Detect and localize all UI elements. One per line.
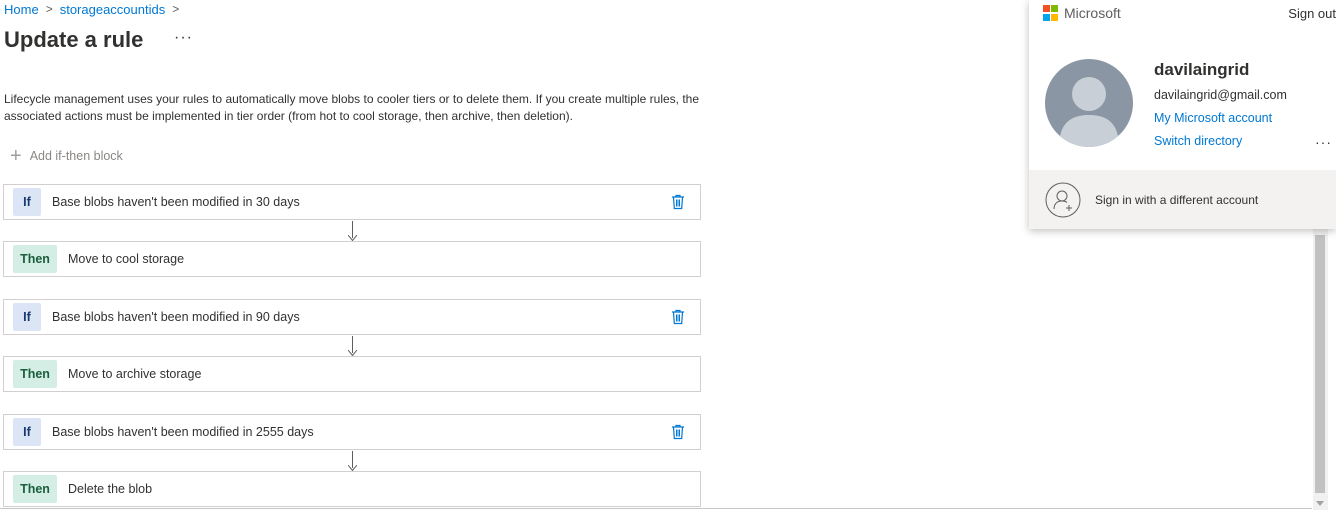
user-email: davilaingrid@gmail.com — [1154, 88, 1287, 102]
microsoft-brand-text: Microsoft — [1064, 5, 1121, 21]
trash-icon[interactable] — [671, 194, 685, 210]
if-condition-text: Base blobs haven't been modified in 90 d… — [52, 310, 300, 324]
then-tag: Then — [13, 360, 57, 388]
if-tag: If — [13, 418, 41, 446]
chevron-right-icon: > — [45, 2, 53, 16]
sign-out-link[interactable]: Sign out — [1288, 6, 1336, 21]
sign-in-different-account-label: Sign in with a different account — [1095, 192, 1259, 207]
divider — [0, 508, 1312, 509]
then-action-text: Move to cool storage — [68, 252, 185, 266]
chevron-right-icon: > — [172, 2, 180, 16]
if-condition-row[interactable]: If Base blobs haven't been modified in 2… — [3, 414, 701, 450]
then-action-row[interactable]: Then Move to archive storage — [3, 356, 701, 392]
add-if-then-block-button[interactable]: + Add if-then block — [10, 145, 123, 167]
sign-in-different-account-button[interactable]: Sign in with a different account — [1029, 170, 1336, 229]
scrollbar-thumb[interactable] — [1315, 235, 1325, 493]
then-action-text: Delete the blob — [68, 482, 153, 496]
then-tag: Then — [13, 475, 57, 503]
description-text: Lifecycle management uses your rules to … — [4, 92, 700, 123]
if-condition-text: Base blobs haven't been modified in 30 d… — [52, 195, 300, 209]
scroll-down-arrow-icon[interactable] — [1316, 501, 1324, 506]
plus-icon: + — [10, 145, 22, 167]
breadcrumb-home[interactable]: Home — [4, 2, 39, 17]
then-action-row[interactable]: Then Move to cool storage — [3, 241, 701, 277]
if-tag: If — [13, 188, 41, 216]
page-title: Update a rule — [4, 27, 144, 52]
breadcrumb-storage-account[interactable]: storageaccountids — [60, 2, 166, 17]
add-user-icon — [1045, 182, 1081, 217]
trash-icon[interactable] — [671, 309, 685, 325]
then-action-row[interactable]: Then Delete the blob — [3, 471, 701, 507]
breadcrumb: Home > storageaccountids > — [4, 0, 186, 18]
microsoft-logo-icon — [1043, 5, 1059, 21]
avatar — [1045, 59, 1133, 147]
microsoft-logo: Microsoft — [1043, 5, 1121, 21]
switch-directory-link[interactable]: Switch directory — [1154, 134, 1242, 148]
if-condition-row[interactable]: If Base blobs haven't been modified in 3… — [3, 184, 701, 220]
add-if-then-block-label: Add if-then block — [29, 149, 123, 163]
then-action-text: Move to archive storage — [68, 367, 202, 381]
more-options-button[interactable]: ··· — [1315, 134, 1332, 150]
person-silhouette-icon — [1059, 77, 1119, 147]
if-tag: If — [13, 303, 41, 331]
trash-icon[interactable] — [671, 424, 685, 440]
if-condition-text: Base blobs haven't been modified in 2555… — [52, 425, 314, 439]
if-condition-row[interactable]: If Base blobs haven't been modified in 9… — [3, 299, 701, 335]
my-microsoft-account-link[interactable]: My Microsoft account — [1154, 111, 1272, 125]
user-name: davilaingrid — [1154, 60, 1250, 79]
vertical-scrollbar[interactable] — [1313, 228, 1328, 510]
account-panel: Microsoft Sign out davilaingrid davilain… — [1029, 0, 1336, 229]
then-tag: Then — [13, 245, 57, 273]
more-options-button[interactable]: ··· — [174, 29, 193, 47]
